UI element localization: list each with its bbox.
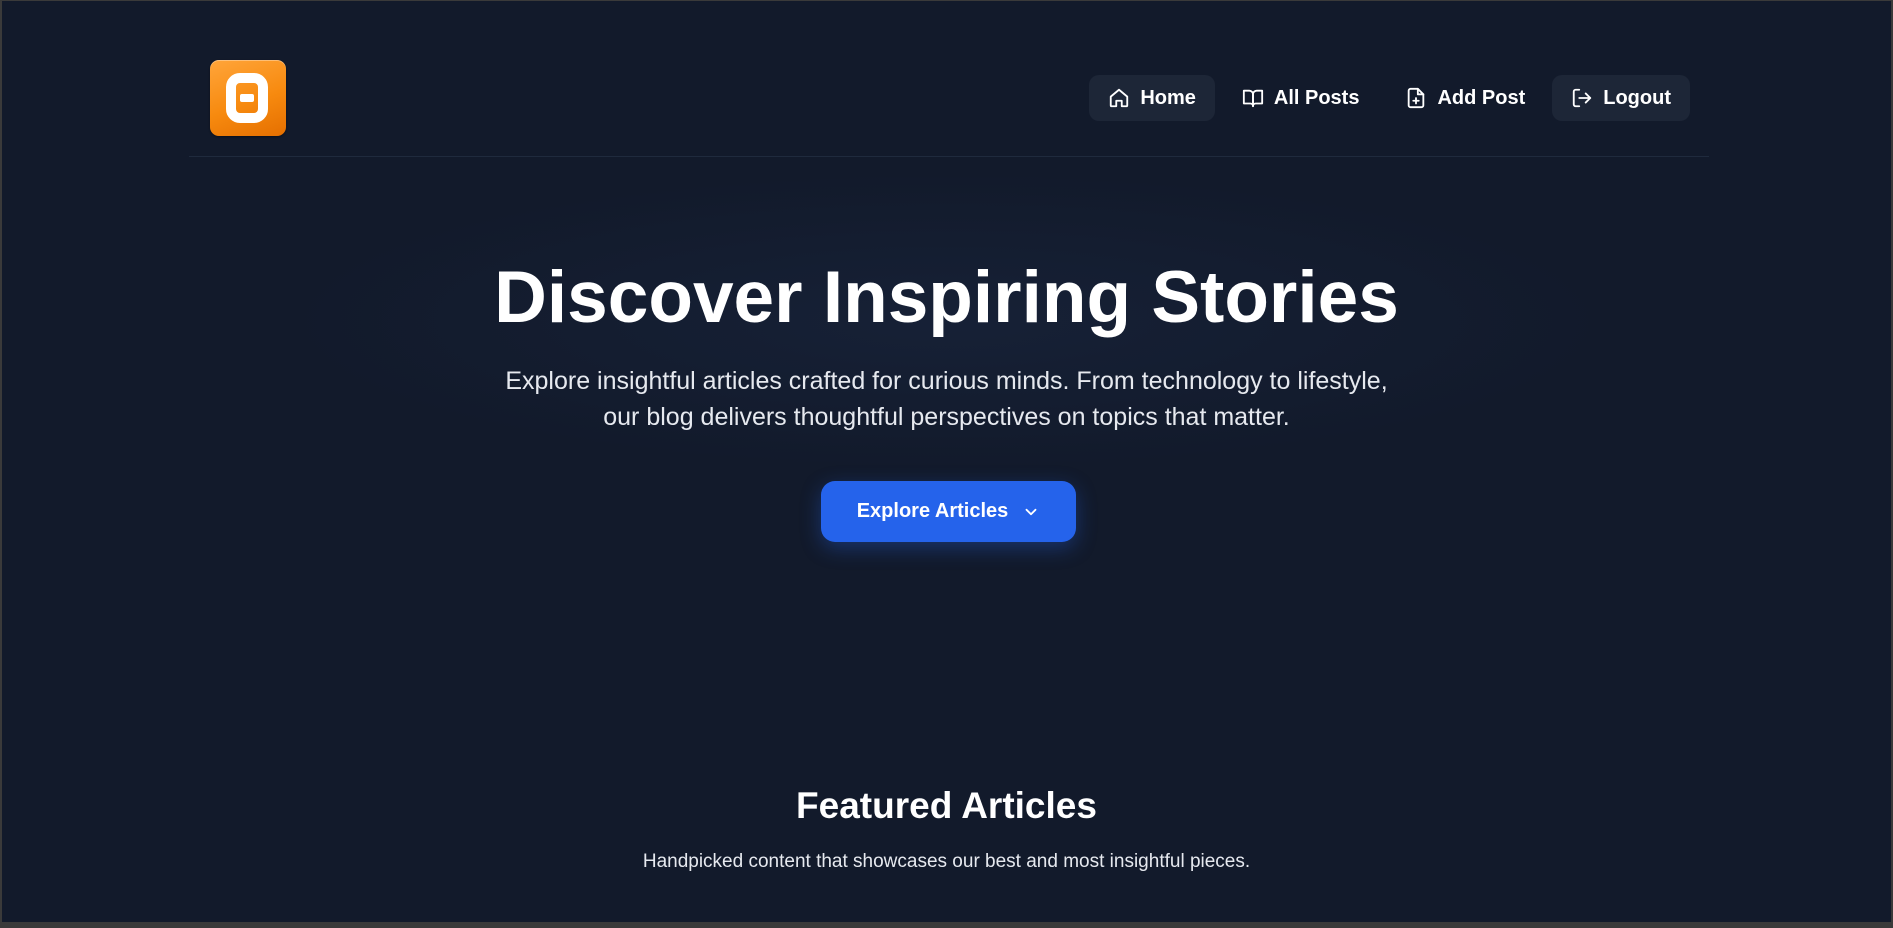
app-window: Home All Posts Add Post Logout Discover … — [2, 1, 1891, 922]
logout-icon — [1573, 88, 1592, 108]
home-icon — [1110, 88, 1129, 108]
featured-articles-title: Featured Articles — [796, 785, 1097, 826]
nav-logout-label: Logout — [1603, 86, 1671, 109]
featured-articles-subtitle: Handpicked content that showcases our be… — [642, 851, 1251, 872]
window-bottom-border — [0, 922, 1893, 928]
book-open-icon — [1242, 89, 1263, 108]
site-header: Home All Posts Add Post Logout — [189, 1, 1709, 157]
nav-home[interactable]: Home — [1089, 75, 1215, 121]
nav-all-posts-label: All Posts — [1273, 86, 1360, 109]
nav-home-label: Home — [1140, 86, 1196, 109]
blogger-logo-icon[interactable] — [210, 60, 286, 136]
hero-subtitle-line-1: Explore insightful articles crafted for … — [505, 367, 1388, 395]
main-nav: Home All Posts Add Post Logout — [1089, 75, 1690, 121]
hero-subtitle: Explore insightful articles crafted for … — [2, 363, 1891, 435]
chevron-down-icon — [1025, 508, 1037, 515]
hero-subtitle-line-2: our blog delivers thoughtful perspective… — [603, 403, 1290, 431]
explore-articles-label: Explore Articles — [856, 500, 1009, 522]
explore-articles-button[interactable]: Explore Articles — [821, 481, 1076, 542]
file-plus-icon — [1408, 87, 1425, 109]
nav-all-posts[interactable]: All Posts — [1223, 75, 1379, 121]
nav-add-post[interactable]: Add Post — [1386, 75, 1544, 121]
logo-letter-shape — [226, 73, 268, 123]
nav-logout[interactable]: Logout — [1552, 75, 1690, 121]
hero-title: Discover Inspiring Stories — [494, 257, 1399, 338]
nav-add-post-label: Add Post — [1437, 86, 1526, 109]
